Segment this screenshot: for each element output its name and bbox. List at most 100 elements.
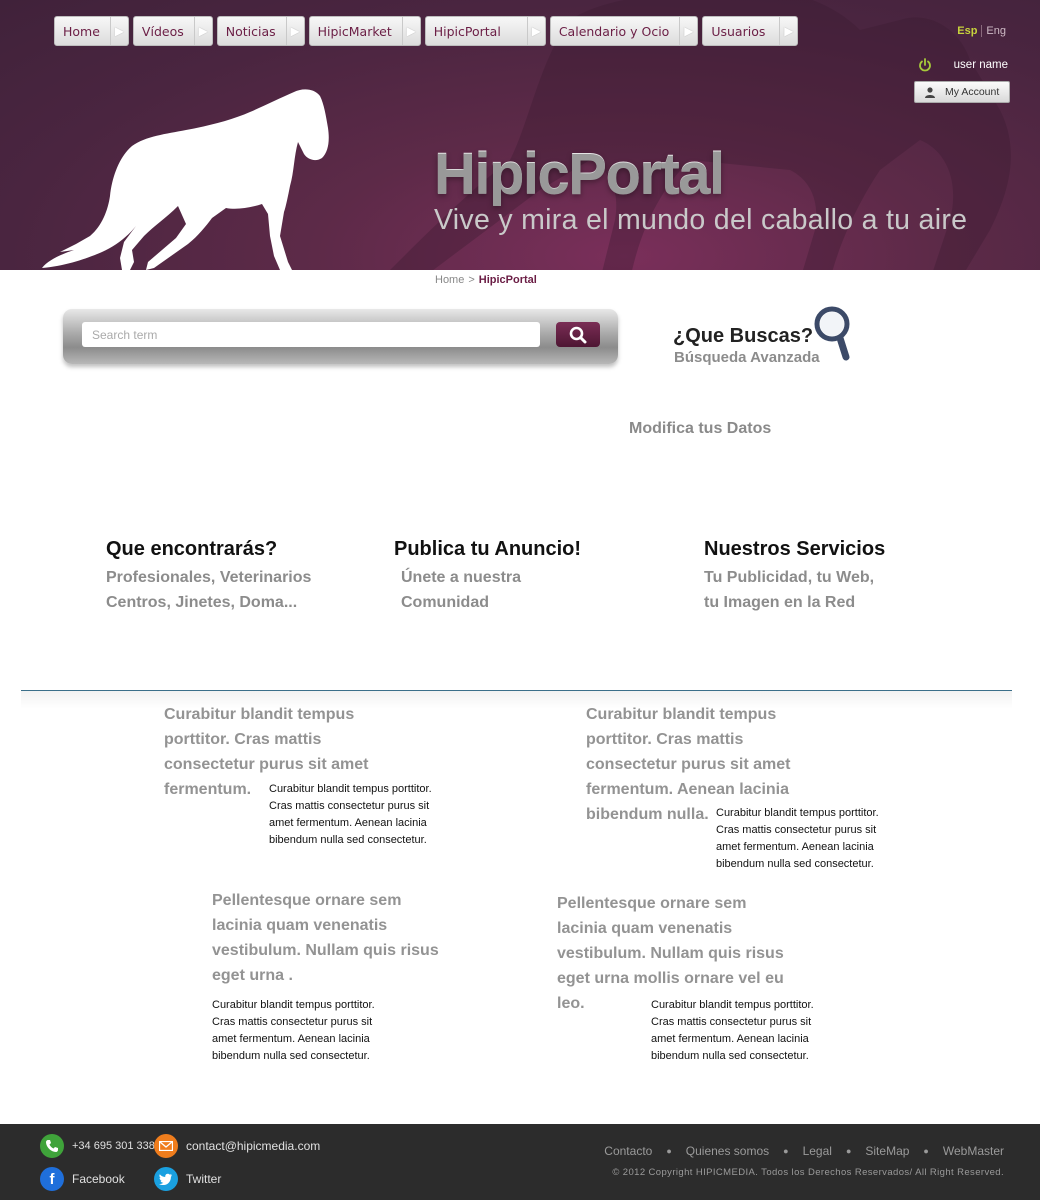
my-account-label: My Account [945, 86, 1000, 98]
nav-item-hipicportal[interactable]: HipicPortal ▶ [424, 16, 546, 46]
footer-twitter[interactable]: Twitter [154, 1167, 221, 1191]
nav-item-home[interactable]: Home ▶ [54, 16, 129, 46]
play-arrow-icon: ▶ [193, 17, 212, 45]
content-block-2-body: Curabitur blandit tempus porttitor. Cras… [716, 805, 879, 873]
footer-twitter-text: Twitter [186, 1172, 222, 1186]
lang-eng-link[interactable]: Eng [986, 25, 1006, 37]
feature-line: tu Imagen en la Red [704, 594, 856, 611]
text-line: amet fermentum. Aenean lacinia [269, 817, 427, 829]
play-arrow-icon: ▶ [779, 17, 797, 45]
search-input[interactable] [82, 322, 540, 347]
feature-line: Profesionales, Veterinarios [106, 569, 312, 586]
feature-line: Únete a nuestra [401, 569, 522, 586]
text-line: fermentum. Aenean lacinia [586, 781, 790, 798]
feature-line: Centros, Jinetes, Doma... [106, 594, 298, 611]
footer-email-text: contact@hipicmedia.com [186, 1139, 321, 1153]
username-label: user name [953, 59, 1008, 71]
bullet-separator: ● [666, 1146, 672, 1156]
text-line: bibendum nulla sed consectetur. [212, 1050, 370, 1062]
footer-link-quienes-somos[interactable]: Quienes somos [686, 1144, 769, 1158]
bullet-separator: ● [845, 1146, 852, 1156]
bullet-separator: ● [923, 1146, 929, 1156]
site-logo-title[interactable]: HipicPortal [434, 140, 725, 207]
text-line: Curabitur blandit tempus porttitor. [651, 999, 814, 1011]
nav-item-usuarios[interactable]: Usuarios ▶ [702, 16, 799, 46]
feature-publica-anuncio[interactable]: Publica tu Anuncio! Únete a nuestra Comu… [394, 538, 581, 615]
search-icon [569, 326, 587, 343]
nav-label: Calendario y Ocio [558, 23, 670, 39]
feature-line: Comunidad [401, 594, 489, 611]
text-line: amet fermentum. Aenean lacinia [651, 1033, 809, 1045]
text-line: Pellentesque ornare sem [557, 895, 747, 912]
text-line: Cras mattis consectetur purus sit [716, 824, 877, 836]
content-block-3-body: Curabitur blandit tempus porttitor. Cras… [212, 997, 375, 1065]
text-line: porttitor. Cras mattis [586, 731, 744, 748]
modify-data-link[interactable]: Modifica tus Datos [629, 420, 771, 438]
twitter-icon [154, 1167, 178, 1191]
play-arrow-icon: ▶ [401, 17, 420, 45]
breadcrumb-separator: > [468, 274, 475, 286]
power-icon[interactable] [918, 58, 932, 72]
nav-label: HipicPortal [433, 23, 501, 39]
feature-que-encontraras[interactable]: Que encontrarás? Profesionales, Veterina… [106, 538, 311, 615]
text-line: Cras mattis consectetur purus sit [212, 1016, 373, 1028]
breadcrumb-current: HipicPortal [478, 274, 537, 286]
text-line: Curabitur blandit tempus porttitor. [212, 999, 375, 1011]
text-line: eget urna mollis ornare vel eu [557, 970, 784, 987]
nav-label: Usuarios [711, 23, 766, 39]
nav-label: Home [63, 23, 100, 39]
breadcrumb-home-link[interactable]: Home [435, 274, 464, 286]
text-line: Cras mattis consectetur purus sit [269, 800, 430, 812]
site-tagline: Vive y mira el mundo del caballo a tu ai… [434, 204, 968, 236]
header-banner: Home ▶ Vídeos ▶ Noticias ▶ HipicMarket ▶… [0, 0, 1040, 270]
search-panel [63, 309, 618, 364]
footer-link-legal[interactable]: Legal [803, 1144, 832, 1158]
text-line: eget urna . [212, 967, 293, 984]
text-line: lacinia quam venenatis [557, 920, 733, 937]
user-icon [925, 86, 935, 98]
feature-nuestros-servicios[interactable]: Nuestros Servicios Tu Publicidad, tu Web… [704, 538, 885, 615]
nav-item-videos[interactable]: Vídeos ▶ [132, 16, 213, 46]
text-line: Curabitur blandit tempus porttitor. [716, 807, 879, 819]
text-line: bibendum nulla sed consectetur. [651, 1050, 809, 1062]
feature-line: Tu Publicidad, tu Web, [704, 569, 875, 586]
footer-phone-text: +34 695 301 338 [72, 1140, 155, 1152]
magnifier-icon [814, 306, 850, 361]
footer-link-contacto[interactable]: Contacto [604, 1144, 652, 1158]
text-line: consectetur purus sit amet [164, 756, 369, 773]
text-line: amet fermentum. Aenean lacinia [212, 1033, 370, 1045]
feature-title: Que encontrarás? [106, 538, 278, 560]
text-line: amet fermentum. Aenean lacinia [716, 841, 874, 853]
nav-item-hipicmarket[interactable]: HipicMarket ▶ [308, 16, 421, 46]
text-line: Pellentesque ornare sem [212, 892, 402, 909]
text-line: porttitor. Cras mattis [164, 731, 322, 748]
nav-item-noticias[interactable]: Noticias ▶ [216, 16, 305, 46]
content-block-3-heading: Pellentesque ornare sem lacinia quam ven… [212, 888, 439, 988]
play-arrow-icon: ▶ [109, 17, 128, 45]
footer-link-webmaster[interactable]: WebMaster [943, 1144, 1004, 1158]
nav-item-calendario[interactable]: Calendario y Ocio ▶ [549, 16, 699, 46]
footer-copyright: © 2012 Copyright HIPICMEDIA. Todos los D… [612, 1167, 1004, 1178]
footer-facebook-text: Facebook [72, 1172, 125, 1186]
text-line: Curabitur blandit tempus [586, 706, 777, 723]
search-button[interactable] [556, 322, 600, 347]
nav-label: HipicMarket [317, 23, 392, 39]
facebook-icon: f [40, 1167, 64, 1191]
footer-phone[interactable]: +34 695 301 338 [40, 1134, 155, 1158]
advanced-search-link[interactable]: Búsqueda Avanzada [674, 349, 820, 366]
main-navigation: Home ▶ Vídeos ▶ Noticias ▶ HipicMarket ▶… [54, 16, 799, 46]
footer-facebook[interactable]: f Facebook [40, 1167, 125, 1191]
my-account-button[interactable]: My Account [914, 81, 1010, 103]
play-arrow-icon: ▶ [285, 17, 304, 45]
footer-email[interactable]: contact@hipicmedia.com [154, 1134, 320, 1158]
language-switcher: Esp Eng [957, 25, 1006, 37]
footer-links: Contacto ● Quienes somos ● Legal ● SiteM… [604, 1144, 1004, 1158]
nav-label: Noticias [225, 23, 276, 39]
advanced-search-title[interactable]: ¿Que Buscas? [673, 325, 813, 348]
text-line: Curabitur blandit tempus porttitor. [269, 783, 432, 795]
feature-title: Nuestros Servicios [704, 538, 886, 560]
horse-logo-icon [42, 89, 329, 270]
play-arrow-icon: ▶ [526, 17, 545, 45]
lang-esp-link[interactable]: Esp [957, 25, 977, 37]
footer-link-sitemap[interactable]: SiteMap [865, 1144, 909, 1158]
